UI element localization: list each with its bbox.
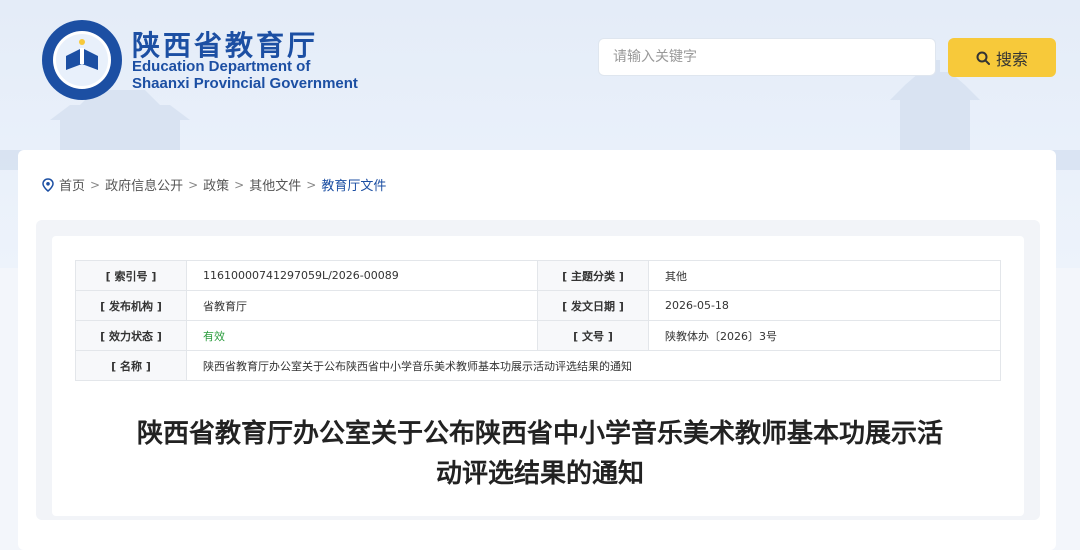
search-input[interactable] (598, 38, 936, 76)
meta-value-status: 有效 (186, 320, 538, 351)
document-title: 陕西省教育厅办公室关于公布陕西省中小学音乐美术教师基本功展示活 动评选结果的通知 (80, 414, 1000, 494)
breadcrumb-home[interactable]: 首页 (59, 175, 85, 194)
breadcrumb-separator: > (90, 177, 101, 192)
meta-label-docno: [ 文号 ] (537, 320, 649, 351)
breadcrumb-separator: > (306, 177, 317, 192)
search-button-label: 搜索 (995, 49, 1028, 69)
table-row: [ 名称 ] 陕西省教育厅办公室关于公布陕西省中小学音乐美术教师基本功展示活动评… (75, 350, 1001, 381)
meta-label-publisher: [ 发布机构 ] (75, 290, 187, 321)
breadcrumb: 首页 > 政府信息公开 > 政策 > 其他文件 > 教育厅文件 (42, 175, 386, 194)
table-row: [ 索引号 ] 11610000741297059L/2026-00089 [ … (75, 260, 1001, 291)
breadcrumb-policy[interactable]: 政策 (203, 175, 229, 194)
breadcrumb-separator: > (234, 177, 245, 192)
breadcrumb-current: 教育厅文件 (321, 179, 387, 194)
breadcrumb-gov-info[interactable]: 政府信息公开 (105, 175, 183, 194)
location-pin-icon (42, 177, 54, 192)
breadcrumb-separator: > (188, 177, 199, 192)
meta-value-publisher: 省教育厅 (186, 290, 538, 321)
meta-value-docno: 陕教体办〔2026〕3号 (648, 320, 1001, 351)
document-title-line1: 陕西省教育厅办公室关于公布陕西省中小学音乐美术教师基本功展示活 (136, 419, 943, 449)
meta-value-date: 2026-05-18 (648, 290, 1001, 321)
table-row: [ 发布机构 ] 省教育厅 [ 发文日期 ] 2026-05-18 (75, 290, 1001, 321)
site-logo[interactable] (40, 18, 124, 102)
document-title-line2: 动评选结果的通知 (435, 459, 644, 489)
meta-label-topic: [ 主题分类 ] (537, 260, 649, 291)
breadcrumb-other-files[interactable]: 其他文件 (249, 175, 301, 194)
meta-label-date: [ 发文日期 ] (537, 290, 649, 321)
meta-label-status: [ 效力状态 ] (75, 320, 187, 351)
search-button[interactable]: 搜索 (948, 38, 1056, 77)
meta-value-topic: 其他 (648, 260, 1001, 291)
table-row: [ 效力状态 ] 有效 [ 文号 ] 陕教体办〔2026〕3号 (75, 320, 1001, 351)
meta-label-index: [ 索引号 ] (75, 260, 187, 291)
site-title-en-line1: Education Department of (132, 58, 311, 75)
document-meta-table: [ 索引号 ] 11610000741297059L/2026-00089 [ … (75, 260, 1001, 381)
meta-label-name: [ 名称 ] (75, 350, 187, 381)
search-icon (976, 51, 990, 65)
meta-value-name: 陕西省教育厅办公室关于公布陕西省中小学音乐美术教师基本功展示活动评选结果的通知 (186, 350, 1001, 381)
site-title-en-line2: Shaanxi Provincial Government (132, 75, 358, 92)
meta-value-index: 11610000741297059L/2026-00089 (186, 260, 538, 291)
logo-emblem-icon (42, 20, 122, 100)
